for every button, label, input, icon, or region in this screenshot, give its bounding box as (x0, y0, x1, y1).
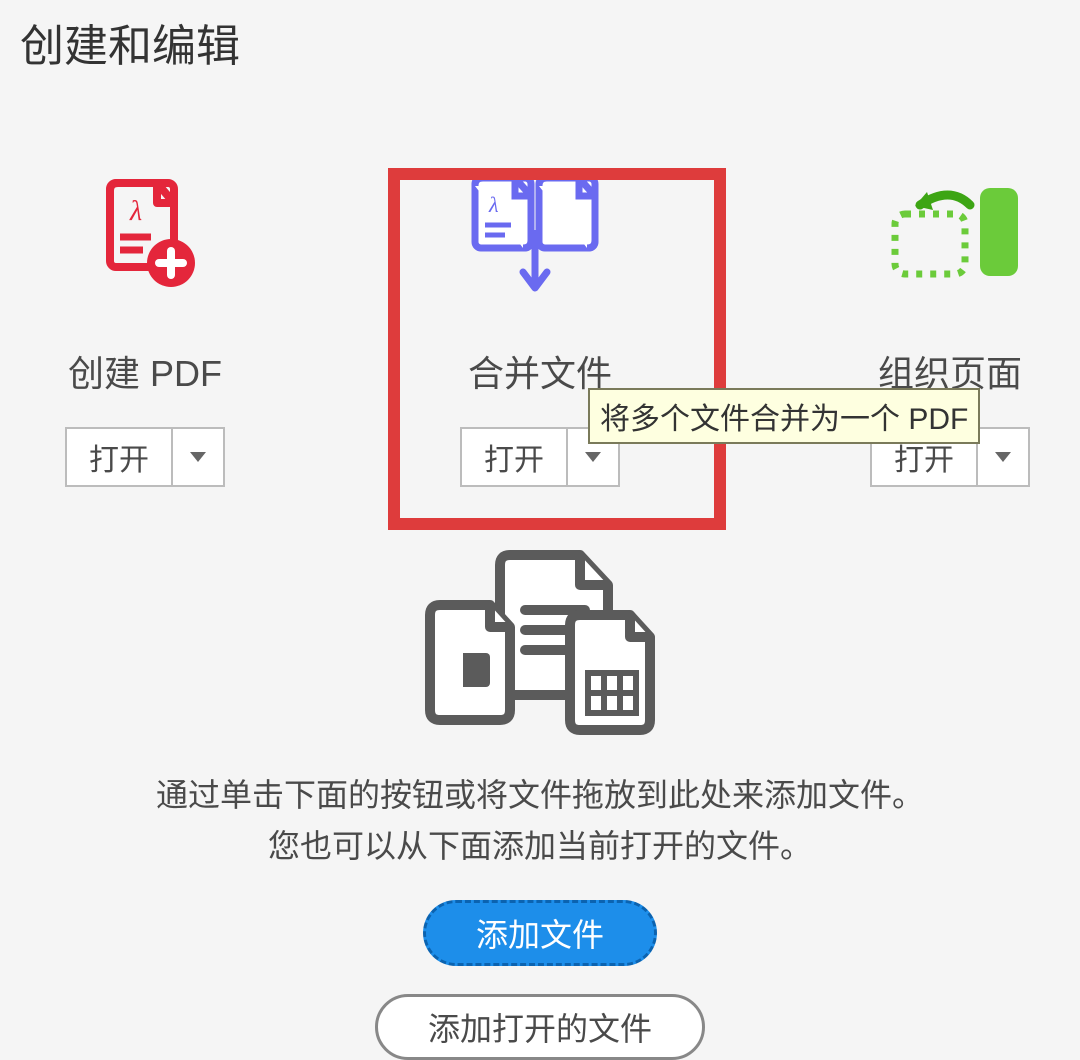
chevron-down-icon (585, 452, 601, 462)
dropzone-text-line2: 您也可以从下面添加当前打开的文件。 (0, 821, 1080, 872)
organize-pages-icon (820, 175, 1080, 295)
combine-dropzone[interactable]: 通过单击下面的按钮或将文件拖放到此处来添加文件。 您也可以从下面添加当前打开的文… (0, 535, 1080, 1060)
add-files-icon (410, 535, 670, 740)
tool-create-open-button[interactable]: 打开 (65, 427, 225, 487)
create-pdf-icon: λ (15, 175, 275, 295)
chevron-down-icon (995, 452, 1011, 462)
tool-row: λ 创建 PDF 打开 λ (0, 175, 1080, 515)
add-files-button[interactable]: 添加文件 (423, 900, 657, 966)
combine-tooltip: 将多个文件合并为一个 PDF (588, 388, 980, 444)
section-title: 创建和编辑 (20, 10, 240, 74)
svg-text:λ: λ (488, 192, 499, 217)
open-button-dropdown[interactable] (173, 429, 223, 485)
tool-create-label: 创建 PDF (15, 345, 275, 397)
open-button-label: 打开 (67, 429, 173, 485)
add-open-files-button[interactable]: 添加打开的文件 (375, 994, 705, 1060)
open-button-dropdown[interactable] (978, 429, 1028, 485)
chevron-down-icon (190, 452, 206, 462)
tool-create-pdf[interactable]: λ 创建 PDF 打开 (15, 175, 275, 487)
combine-files-icon: λ (410, 175, 670, 295)
open-button-label: 打开 (462, 429, 568, 485)
dropzone-text-line1: 通过单击下面的按钮或将文件拖放到此处来添加文件。 (0, 770, 1080, 821)
svg-text:λ: λ (129, 196, 142, 227)
